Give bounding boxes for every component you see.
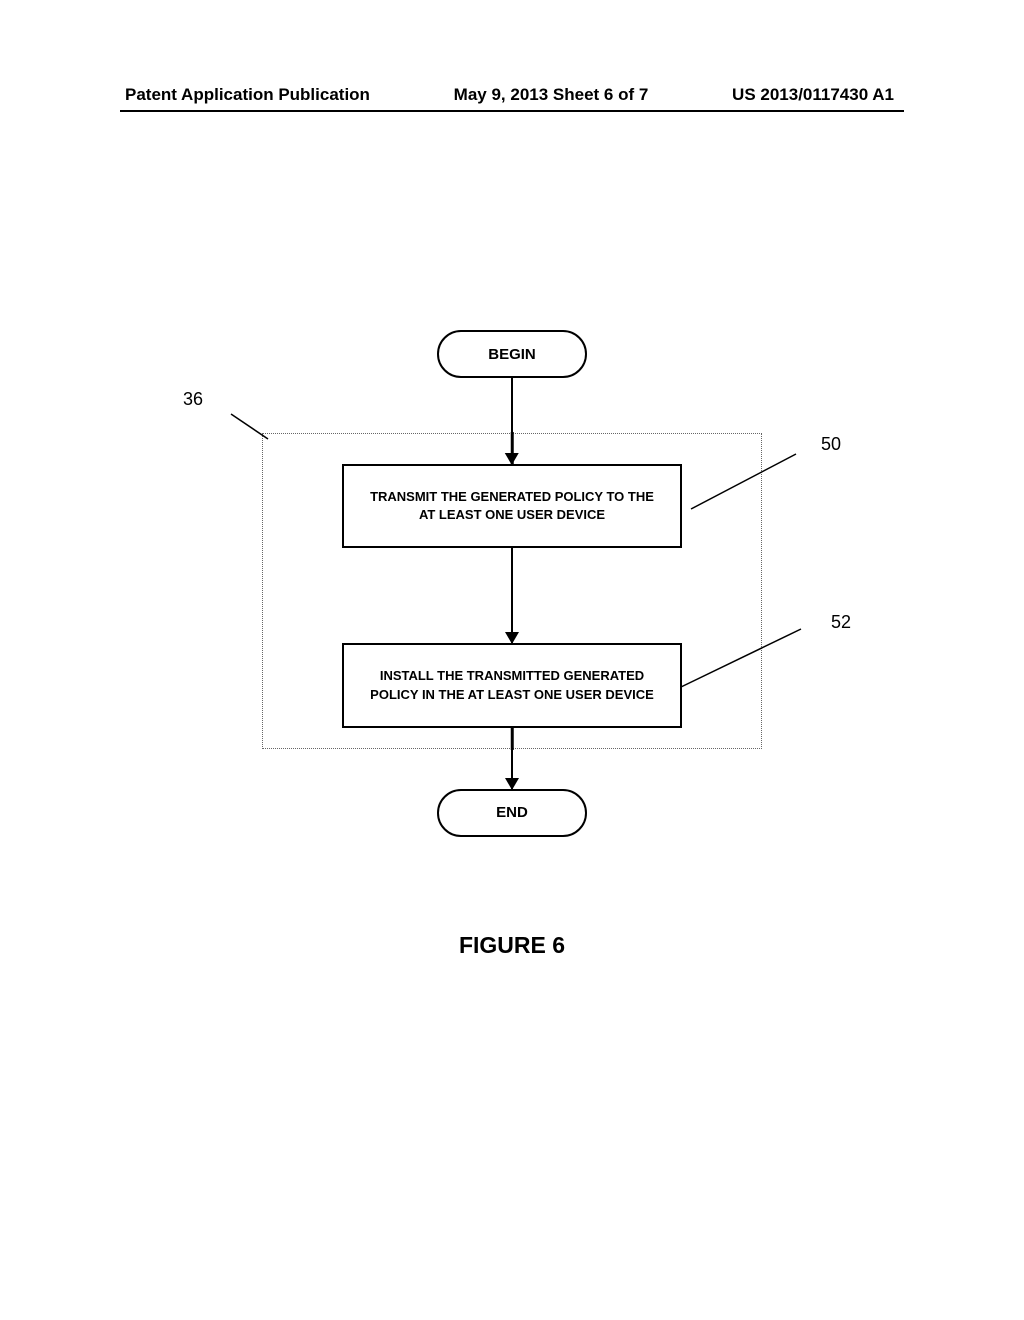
connector-begin-to-box [511, 378, 514, 433]
step-50-text: TRANSMIT THE GENERATED POLICY TO THE AT … [370, 489, 654, 522]
flowchart-diagram: BEGIN 36 50 52 TRANSMIT THE GENERATED PO… [0, 330, 1024, 959]
group-36-box: 36 50 52 TRANSMIT THE GENERATED POLICY T… [262, 433, 762, 749]
end-label: END [496, 804, 528, 821]
connector-out-of-step52 [511, 728, 514, 750]
header-rule [120, 110, 904, 112]
figure-caption: FIGURE 6 [459, 932, 565, 959]
arrowhead-icon [505, 453, 519, 465]
connector-box-to-end [511, 749, 514, 789]
process-step-50: TRANSMIT THE GENERATED POLICY TO THE AT … [342, 464, 682, 548]
leader-line-36 [213, 406, 283, 451]
page-header: Patent Application Publication May 9, 20… [0, 85, 1024, 105]
leader-line-50 [691, 454, 811, 509]
ref-label-52: 52 [831, 612, 851, 633]
begin-terminator: BEGIN [437, 330, 587, 378]
connector-50-to-52 [511, 548, 514, 643]
header-center: May 9, 2013 Sheet 6 of 7 [454, 85, 649, 105]
leader-line-52 [681, 629, 821, 689]
process-step-52: INSTALL THE TRANSMITTED GENERATED POLICY… [342, 643, 682, 727]
ref-label-36: 36 [183, 389, 203, 410]
arrowhead-icon [505, 778, 519, 790]
end-terminator: END [437, 789, 587, 837]
header-right: US 2013/0117430 A1 [732, 85, 894, 105]
step-52-text: INSTALL THE TRANSMITTED GENERATED POLICY… [370, 668, 654, 701]
header-left: Patent Application Publication [125, 85, 370, 105]
ref-label-50: 50 [821, 434, 841, 455]
connector-into-step50 [511, 432, 514, 464]
begin-label: BEGIN [488, 346, 536, 363]
